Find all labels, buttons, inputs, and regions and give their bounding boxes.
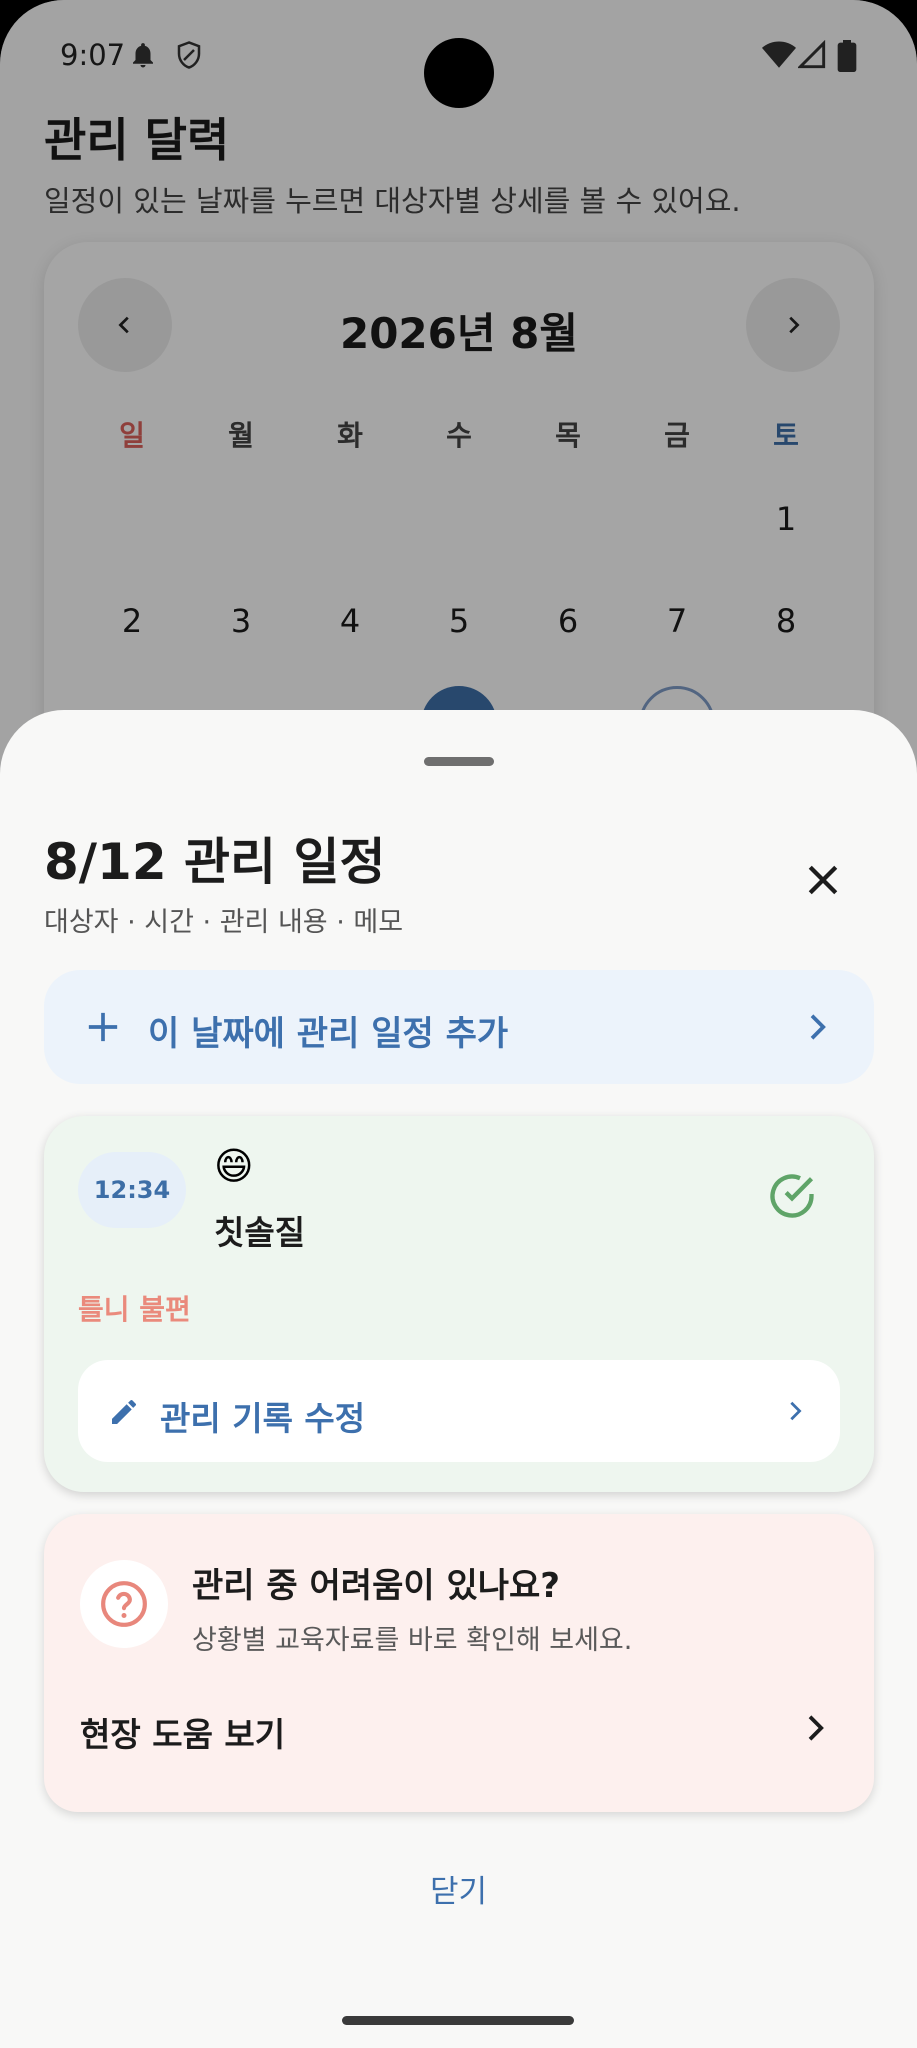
chevron-right-icon [810, 1014, 826, 1040]
schedule-card: 12:34 😄 칫솔질 틀니 불편 관리 기록 수정 [44, 1116, 874, 1492]
close-text-button[interactable]: 닫기 [0, 1866, 917, 1911]
schedule-time: 12:34 [78, 1152, 186, 1228]
screen: 9:07 관리 달력 일정이 있는 날짜를 누르면 대상자별 상세를 볼 수 있… [0, 0, 917, 2048]
home-indicator[interactable] [342, 2016, 574, 2025]
pencil-icon [112, 1400, 136, 1424]
plus-icon [88, 1012, 118, 1042]
sheet-drag-handle[interactable] [424, 757, 494, 766]
close-button[interactable] [793, 850, 853, 910]
sheet-title: 8/12 관리 일정 [44, 833, 386, 891]
chevron-right-icon [790, 1401, 802, 1421]
field-help-link[interactable]: 현장 도움 보기 [80, 1708, 285, 1756]
help-card: 관리 중 어려움이 있나요? 상황별 교육자료를 바로 확인해 보세요. 현장 … [44, 1514, 874, 1812]
add-schedule-label: 이 날짜에 관리 일정 추가 [148, 1014, 509, 1054]
question-circle-icon [101, 1581, 147, 1627]
schedule-activity: 칫솔질 [214, 1213, 306, 1252]
bottom-sheet: 8/12 관리 일정 대상자 · 시간 · 관리 내용 · 메모 이 날짜에 관… [0, 710, 917, 2048]
close-icon [808, 865, 838, 895]
mood-emoji: 😄 [214, 1144, 254, 1188]
check-circle-icon[interactable] [766, 1170, 818, 1222]
help-title: 관리 중 어려움이 있나요? [192, 1566, 561, 1606]
add-schedule-button[interactable]: 이 날짜에 관리 일정 추가 [44, 970, 874, 1084]
sheet-subtitle: 대상자 · 시간 · 관리 내용 · 메모 [44, 907, 404, 938]
edit-record-button[interactable]: 관리 기록 수정 [78, 1360, 840, 1462]
help-subtitle: 상황별 교육자료를 바로 확인해 보세요. [192, 1625, 633, 1656]
chevron-right-icon[interactable] [800, 1710, 830, 1746]
edit-record-label: 관리 기록 수정 [160, 1399, 366, 1438]
schedule-note: 틀니 불편 [78, 1293, 191, 1326]
help-icon-badge [80, 1560, 168, 1648]
